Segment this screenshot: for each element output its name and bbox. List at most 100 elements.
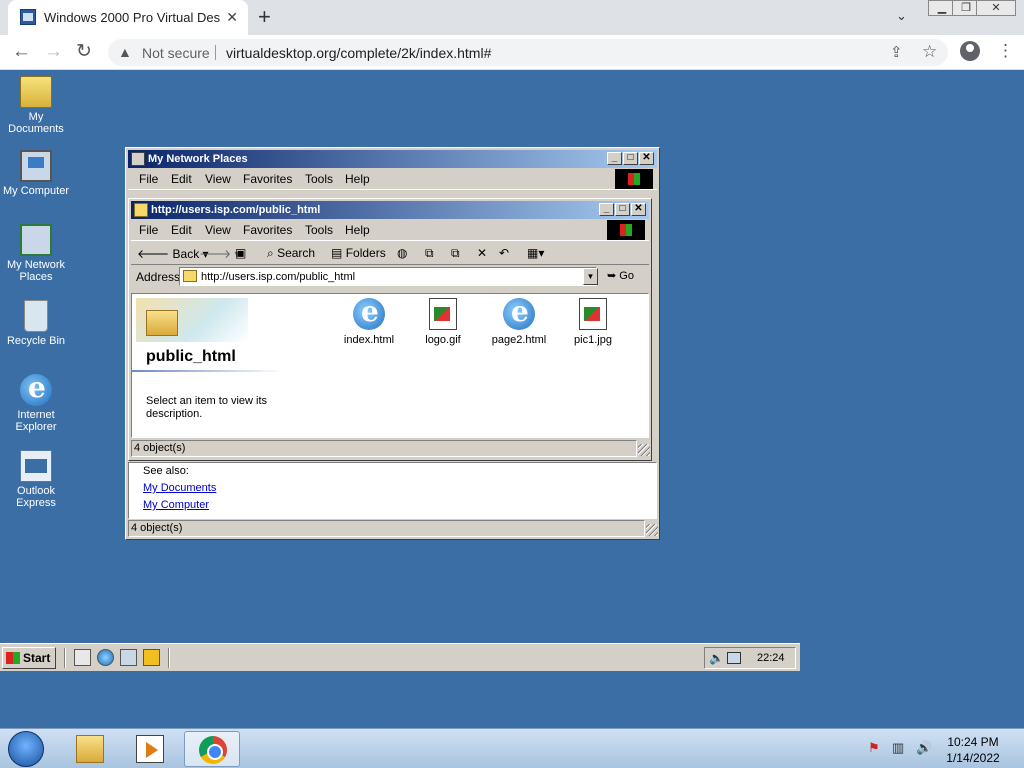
up-folder-icon[interactable]: ▣ bbox=[235, 246, 246, 260]
menu-tools[interactable]: Tools bbox=[305, 223, 333, 237]
new-tab-button[interactable]: + bbox=[258, 4, 271, 30]
menu-bar: File Edit View Favorites Tools Help bbox=[131, 219, 649, 241]
public-html-window: http://users.isp.com/public_html _ □ ✕ Fil… bbox=[128, 198, 652, 461]
address-input[interactable]: http://users.isp.com/public_html bbox=[179, 267, 597, 286]
window-titlebar[interactable]: My Network Places _ □ ✕ bbox=[128, 150, 657, 168]
close-button[interactable]: ✕ bbox=[976, 0, 1016, 16]
see-also-panel: See also: My Documents My Computer bbox=[128, 462, 657, 519]
desktop-icon-my-documents[interactable]: My Documents bbox=[0, 76, 72, 135]
explorer-folder-icon bbox=[76, 735, 104, 763]
close-button[interactable]: ✕ bbox=[639, 152, 654, 165]
go-arrow-icon: ➥ bbox=[607, 270, 617, 282]
go-button[interactable]: ➥ Go bbox=[607, 269, 634, 282]
taskbar-explorer[interactable] bbox=[62, 731, 118, 767]
menu-view[interactable]: View bbox=[205, 223, 231, 237]
file-name: pic1.jpg bbox=[574, 334, 612, 346]
address-dropdown-icon[interactable]: ▼ bbox=[583, 268, 598, 285]
taskbar-chrome[interactable] bbox=[184, 731, 240, 767]
folder-icon bbox=[134, 203, 148, 217]
tab-close-icon[interactable]: ✕ bbox=[226, 9, 238, 25]
desktop-icon-recycle-bin[interactable]: Recycle Bin bbox=[0, 300, 72, 347]
image-file-icon bbox=[579, 298, 607, 330]
menu-edit[interactable]: Edit bbox=[171, 223, 192, 237]
window-titlebar[interactable]: http://users.isp.com/public_html _ □ ✕ bbox=[131, 201, 649, 219]
views-icon[interactable]: ▦▾ bbox=[527, 246, 544, 260]
volume-icon[interactable]: 🔈 bbox=[709, 651, 724, 665]
minimize-button[interactable]: _ bbox=[607, 152, 622, 165]
link-my-computer[interactable]: My Computer bbox=[143, 499, 209, 511]
minimize-button[interactable]: _ bbox=[599, 203, 614, 216]
menu-edit[interactable]: Edit bbox=[171, 172, 192, 186]
file-name: index.html bbox=[343, 334, 395, 346]
network-places-icon bbox=[131, 152, 145, 166]
browser-tab[interactable]: Windows 2000 Pro Virtual Desktop ✕ bbox=[8, 0, 248, 35]
outlook-quicklaunch-icon[interactable] bbox=[120, 649, 137, 666]
item-description: Select an item to view its description. bbox=[146, 395, 268, 420]
search-button[interactable]: ⌕ Search bbox=[267, 246, 315, 261]
menu-favorites[interactable]: Favorites bbox=[243, 172, 292, 186]
forward-arrow-icon[interactable]: → bbox=[44, 41, 63, 63]
delete-icon[interactable]: ✕ bbox=[477, 246, 487, 260]
host-taskbar: ⚑ ▥ 🔊 10:24 PM 1/14/2022 bbox=[0, 728, 1024, 768]
history-icon[interactable]: ◍ bbox=[397, 246, 407, 260]
network-icon[interactable]: ▥ bbox=[892, 740, 904, 756]
share-icon[interactable]: ⇪ bbox=[890, 43, 903, 61]
host-clock[interactable]: 10:24 PM 1/14/2022 bbox=[930, 734, 1016, 766]
action-center-flag-icon[interactable]: ⚑ bbox=[868, 740, 880, 756]
maximize-button[interactable]: □ bbox=[615, 203, 630, 216]
resize-grip[interactable] bbox=[646, 524, 658, 536]
recycle-bin-icon bbox=[24, 300, 48, 332]
show-desktop-icon[interactable] bbox=[74, 649, 91, 666]
not-secure-label: Not secure bbox=[142, 45, 210, 61]
menu-view[interactable]: View bbox=[205, 172, 231, 186]
tab-search-chevron-icon[interactable]: ⌄ bbox=[896, 8, 907, 24]
taskbar-divider bbox=[64, 648, 66, 668]
desktop-icon-label: My Computer bbox=[2, 185, 70, 197]
address-label: Address bbox=[136, 270, 181, 284]
file-logo-gif[interactable]: logo.gif bbox=[410, 298, 476, 346]
window-title: My Network Places bbox=[148, 153, 248, 165]
file-index-html[interactable]: index.html bbox=[336, 295, 402, 346]
desktop-icon-label: Outlook Express bbox=[16, 485, 56, 509]
browser-toolbar: ← → ↻ ▲ Not secure virtualdesktop.org/co… bbox=[0, 35, 1024, 70]
file-page2-html[interactable]: page2.html bbox=[486, 295, 552, 346]
maximize-button[interactable]: □ bbox=[623, 152, 638, 165]
address-bar[interactable]: ▲ Not secure virtualdesktop.org/complete… bbox=[108, 39, 948, 66]
clock-date: 1/14/2022 bbox=[946, 751, 1000, 765]
media-player-icon bbox=[136, 735, 164, 763]
undo-icon[interactable]: ↶ bbox=[499, 246, 509, 260]
move-to-icon[interactable]: ⧉ bbox=[425, 246, 434, 261]
back-arrow-icon[interactable]: ← bbox=[12, 41, 31, 63]
start-button[interactable]: Start bbox=[2, 647, 56, 669]
file-pic1-jpg[interactable]: pic1.jpg bbox=[560, 298, 626, 346]
close-button[interactable]: ✕ bbox=[631, 203, 646, 216]
menu-file[interactable]: File bbox=[139, 223, 158, 237]
bookmark-star-icon[interactable]: ☆ bbox=[922, 42, 937, 62]
network-places-icon bbox=[20, 224, 52, 256]
copy-to-icon[interactable]: ⧉ bbox=[451, 246, 460, 261]
desktop-icon-internet-explorer[interactable]: Internet Explorer bbox=[0, 371, 72, 433]
link-my-documents[interactable]: My Documents bbox=[143, 482, 216, 494]
back-button[interactable]: 🡐 Back ▾ bbox=[137, 246, 209, 261]
windows-start-orb-icon[interactable] bbox=[8, 731, 44, 767]
profile-icon[interactable] bbox=[960, 41, 980, 61]
resize-grip[interactable] bbox=[638, 444, 650, 456]
desktop-icon-my-network-places[interactable]: My Network Places bbox=[0, 224, 72, 283]
network-icon[interactable] bbox=[727, 652, 741, 664]
favicon-icon bbox=[20, 9, 36, 25]
taskbar-media-player[interactable] bbox=[122, 731, 178, 767]
folders-button[interactable]: ▤ Folders bbox=[331, 246, 386, 260]
desktop-icon-my-computer[interactable]: My Computer bbox=[0, 150, 72, 197]
reload-icon[interactable]: ↻ bbox=[76, 41, 92, 63]
menu-help[interactable]: Help bbox=[345, 172, 370, 186]
menu-favorites[interactable]: Favorites bbox=[243, 223, 292, 237]
menu-tools[interactable]: Tools bbox=[305, 172, 333, 186]
media-player-quicklaunch-icon[interactable] bbox=[143, 649, 160, 666]
ie-quicklaunch-icon[interactable] bbox=[97, 649, 114, 666]
folder-title: public_html bbox=[146, 348, 236, 365]
menu-file[interactable]: File bbox=[139, 172, 158, 186]
menu-help[interactable]: Help bbox=[345, 223, 370, 237]
go-label: Go bbox=[619, 270, 634, 282]
desktop-icon-outlook-express[interactable]: Outlook Express bbox=[0, 450, 72, 509]
kebab-menu-icon[interactable]: ⋮ bbox=[997, 41, 1014, 61]
